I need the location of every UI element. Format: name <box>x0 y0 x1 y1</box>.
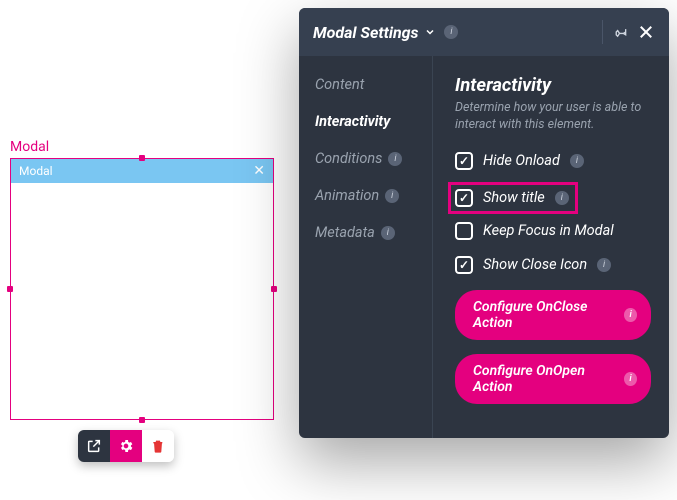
settings-button[interactable] <box>110 430 142 462</box>
close-icon[interactable]: ✕ <box>253 164 265 178</box>
checkbox[interactable] <box>455 256 473 274</box>
settings-panel: Modal Settings i Content Interactivity C… <box>299 8 669 438</box>
checkbox[interactable] <box>455 152 473 170</box>
option-label: Show Close Icon <box>483 256 587 273</box>
panel-header: Modal Settings i <box>299 8 669 56</box>
close-panel-icon[interactable] <box>637 23 655 41</box>
info-icon: i <box>624 308 637 322</box>
configure-onopen-button[interactable]: Configure OnOpen Action i <box>455 354 651 404</box>
gear-icon <box>118 438 134 454</box>
checkbox[interactable] <box>455 189 473 207</box>
nav-item-label: Content <box>315 76 364 93</box>
chevron-down-icon <box>424 23 436 42</box>
section-description: Determine how your user is able to inter… <box>455 100 645 134</box>
info-icon[interactable]: i <box>555 191 569 205</box>
panel-title[interactable]: Modal Settings <box>313 23 436 42</box>
open-external-button[interactable] <box>78 430 110 462</box>
trash-icon <box>150 438 166 454</box>
button-label: Configure OnClose Action <box>473 299 616 331</box>
nav-item-conditions[interactable]: Conditions i <box>315 150 432 167</box>
component-label: Modal <box>10 139 49 155</box>
modal-title-text: Modal <box>19 164 53 178</box>
nav-item-metadata[interactable]: Metadata i <box>315 224 432 241</box>
nav-item-interactivity[interactable]: Interactivity <box>315 113 432 130</box>
nav-item-content[interactable]: Content <box>315 76 432 93</box>
info-icon: i <box>385 189 399 203</box>
info-icon: i <box>624 372 637 386</box>
option-hide-onload[interactable]: Hide Onload i <box>455 152 651 170</box>
info-icon[interactable]: i <box>597 258 611 272</box>
checkbox[interactable] <box>455 222 473 240</box>
resize-handle-right[interactable] <box>271 286 277 292</box>
panel-nav: Content Interactivity Conditions i Anima… <box>299 56 433 438</box>
nav-item-label: Metadata <box>315 224 375 241</box>
resize-handle-left[interactable] <box>7 286 13 292</box>
nav-item-label: Conditions <box>315 150 382 167</box>
pin-icon[interactable] <box>611 23 629 41</box>
panel-title-text: Modal Settings <box>313 23 419 42</box>
option-label: Hide Onload <box>483 152 560 169</box>
modal-component[interactable]: Modal ✕ <box>10 158 274 420</box>
section-title: Interactivity <box>455 74 651 96</box>
configure-onclose-button[interactable]: Configure OnClose Action i <box>455 290 651 340</box>
button-label: Configure OnOpen Action <box>473 363 616 395</box>
highlight-show-title: Show title i <box>448 182 578 214</box>
open-external-icon <box>86 438 102 454</box>
option-label: Keep Focus in Modal <box>483 222 614 239</box>
modal-titlebar: Modal ✕ <box>11 159 273 183</box>
header-divider <box>602 20 603 44</box>
nav-item-label: Interactivity <box>315 113 390 130</box>
nav-item-label: Animation <box>315 187 379 204</box>
delete-button[interactable] <box>142 430 174 462</box>
panel-content: Interactivity Determine how your user is… <box>433 56 669 438</box>
resize-handle-bottom[interactable] <box>139 417 145 423</box>
info-icon[interactable]: i <box>444 25 458 39</box>
component-action-toolbar <box>78 430 174 462</box>
info-icon[interactable]: i <box>570 154 584 168</box>
info-icon: i <box>381 226 395 240</box>
option-show-title[interactable]: Show title i <box>455 189 569 207</box>
option-label: Show title <box>483 189 545 206</box>
nav-item-animation[interactable]: Animation i <box>315 187 432 204</box>
option-keep-focus[interactable]: Keep Focus in Modal <box>455 222 651 240</box>
info-icon: i <box>388 152 402 166</box>
option-show-close-icon[interactable]: Show Close Icon i <box>455 256 651 274</box>
resize-handle-top[interactable] <box>139 155 145 161</box>
